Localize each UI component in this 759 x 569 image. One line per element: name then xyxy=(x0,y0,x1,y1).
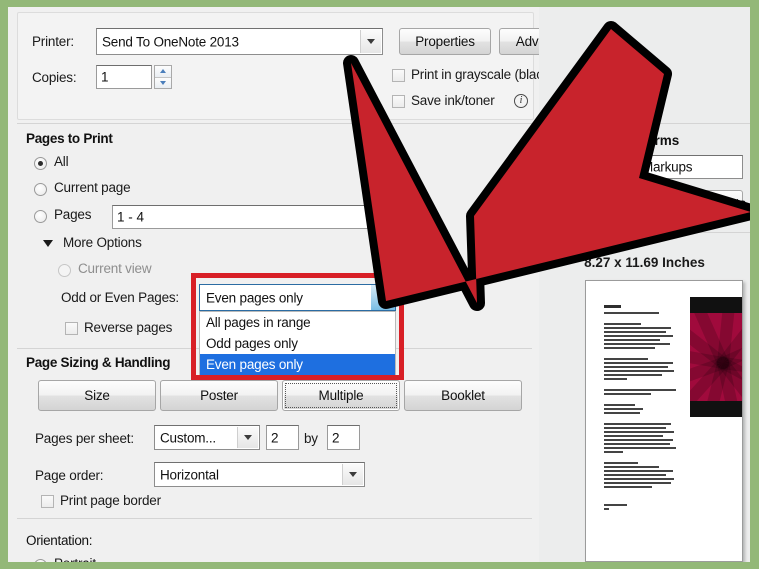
columns-value: 2 xyxy=(271,430,279,445)
printer-group: Printer: Send To OneNote 2013 Properties… xyxy=(17,12,613,120)
page-order-arrow[interactable] xyxy=(342,464,363,485)
pages-range-value: 1 - 4 xyxy=(117,209,145,225)
printer-label: Printer: xyxy=(32,34,74,49)
dropdown-option-even-pages-only[interactable]: Even pages only xyxy=(200,354,395,375)
page-order-label: Page order: xyxy=(35,468,104,483)
printer-select-arrow[interactable] xyxy=(360,30,381,53)
copies-stepper[interactable] xyxy=(154,65,172,89)
rows-input[interactable]: 2 xyxy=(327,425,360,450)
chevron-down-icon xyxy=(244,435,252,440)
caret-down-icon xyxy=(160,80,166,85)
pages-per-sheet-select[interactable]: Custom... xyxy=(154,425,260,450)
radio-portrait-label: Portrait xyxy=(54,556,96,562)
page-order-select[interactable]: Horizontal xyxy=(154,462,365,487)
pages-to-print-header: Pages to Print xyxy=(26,131,113,146)
more-options-label[interactable]: More Options xyxy=(63,235,142,250)
page-preview[interactable] xyxy=(585,280,743,562)
radio-current-view-label: Current view xyxy=(78,261,152,276)
odd-even-selected-value: Even pages only xyxy=(206,290,303,305)
dropdown-option-odd-pages-only[interactable]: Odd pages only xyxy=(200,333,395,354)
divider-3 xyxy=(17,518,532,519)
divider-1 xyxy=(17,123,532,124)
grayscale-checkbox[interactable] xyxy=(392,69,405,82)
properties-button[interactable]: Properties xyxy=(399,28,491,55)
printer-select[interactable]: Send To OneNote 2013 xyxy=(96,28,383,55)
pages-per-sheet-value: Custom... xyxy=(160,430,216,445)
reverse-pages-checkbox[interactable] xyxy=(65,322,78,335)
by-label: by xyxy=(304,431,318,446)
print-page-border-label: Print page border xyxy=(60,493,161,508)
divider-right-1 xyxy=(539,123,750,124)
size-button[interactable]: Size xyxy=(38,380,156,411)
collapse-triangle-icon[interactable] xyxy=(43,240,53,247)
pages-per-sheet-label: Pages per sheet: xyxy=(35,431,134,446)
orientation-header: Orientation: xyxy=(26,533,93,548)
chevron-down-icon xyxy=(349,472,357,477)
caret-up-icon xyxy=(160,69,166,74)
radio-pages[interactable] xyxy=(34,210,47,223)
odd-even-select-arrow[interactable] xyxy=(371,285,395,310)
radio-current-page[interactable] xyxy=(34,183,47,196)
multiple-button[interactable]: Multiple xyxy=(282,380,400,411)
print-dialog: Printer: Send To OneNote 2013 Properties… xyxy=(8,7,750,562)
copies-input-value: 1 xyxy=(101,69,109,85)
odd-even-label: Odd or Even Pages: xyxy=(61,290,179,305)
page-order-value: Horizontal xyxy=(160,467,219,482)
dropdown-option-all-pages-in-range[interactable]: All pages in range xyxy=(200,312,395,333)
reverse-pages-label: Reverse pages xyxy=(84,320,173,335)
print-page-border-checkbox[interactable] xyxy=(41,495,54,508)
radio-current-view[interactable] xyxy=(58,264,71,277)
radio-all-label: All xyxy=(54,154,69,169)
divider-right-2 xyxy=(539,232,750,233)
save-ink-label: Save ink/toner xyxy=(411,93,495,108)
chevron-down-icon xyxy=(367,39,375,44)
page-sizing-header: Page Sizing & Handling xyxy=(26,355,171,370)
save-ink-checkbox[interactable] xyxy=(392,95,405,108)
poster-button[interactable]: Poster xyxy=(160,380,278,411)
pages-per-sheet-arrow[interactable] xyxy=(237,427,258,448)
radio-all[interactable] xyxy=(34,157,47,170)
pages-range-input[interactable]: 1 - 4 xyxy=(112,205,368,229)
preview-graphic xyxy=(690,297,742,417)
booklet-button[interactable]: Booklet xyxy=(404,380,522,411)
copies-input[interactable]: 1 xyxy=(96,65,152,89)
printer-select-value: Send To OneNote 2013 xyxy=(102,34,239,49)
odd-even-select[interactable]: Even pages only xyxy=(199,284,396,311)
rows-value: 2 xyxy=(332,430,340,445)
odd-even-dropdown-list[interactable]: All pages in range Odd pages only Even p… xyxy=(199,311,396,375)
screenshot-canvas: Printer: Send To OneNote 2013 Properties… xyxy=(8,7,750,562)
copies-stepper-down[interactable] xyxy=(155,77,171,88)
columns-input[interactable]: 2 xyxy=(266,425,299,450)
radio-pages-label: Pages xyxy=(54,207,92,222)
copies-stepper-up[interactable] xyxy=(155,66,171,78)
radio-current-page-label: Current page xyxy=(54,180,131,195)
chevron-down-icon xyxy=(379,295,387,300)
preview-text-block xyxy=(604,305,682,512)
preview-page-content xyxy=(586,281,742,561)
comments-forms-value: Document and Markups xyxy=(553,159,693,175)
preview-graphic-band xyxy=(690,313,742,401)
comments-forms-select[interactable]: Document and Markups xyxy=(547,155,743,179)
page-size-label: 8.27 x 11.69 Inches xyxy=(584,255,705,270)
comments-forms-header: Comments & Forms xyxy=(551,133,680,148)
radio-portrait[interactable] xyxy=(34,559,47,562)
summarize-comments-button[interactable]: Summarize Comments xyxy=(612,190,746,216)
copies-label: Copies: xyxy=(32,70,77,85)
info-icon[interactable]: i xyxy=(514,94,528,108)
